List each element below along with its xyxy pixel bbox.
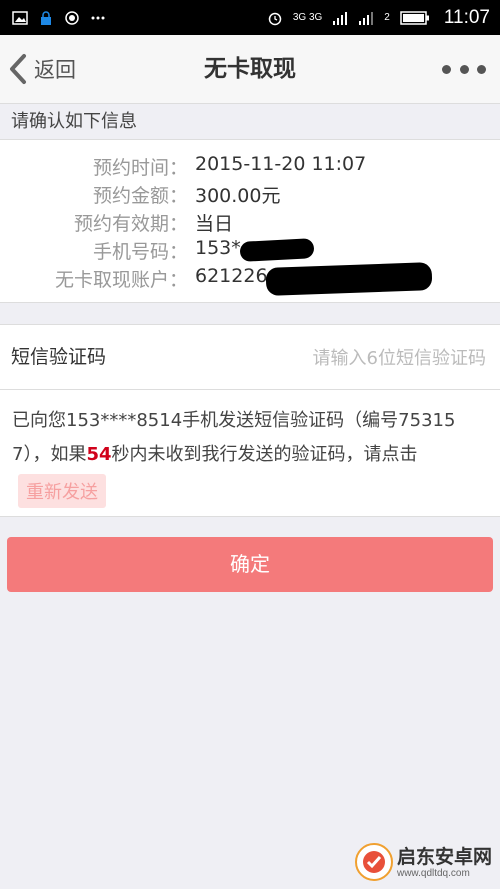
info-value: 2015-11-20 11:07 [195,153,367,175]
status-bar-right: 3G 3G 2 11:07 [267,7,490,29]
confirm-section-header: 请确认如下信息 [0,104,500,139]
alarm-icon [268,12,282,25]
lock-icon [41,10,51,25]
status-time: 11:07 [443,6,490,28]
more-notifications-icon [91,16,105,19]
confirm-button[interactable]: 确定 [7,537,493,592]
watermark-name: 启东安卓网 [396,845,492,868]
sms-code-input[interactable] [224,339,488,377]
info-row-amount: 预约金额： 300.00元 [0,181,500,209]
info-row-validity: 预约有效期： 当日 [0,209,500,237]
watermark: 启东安卓网 www.qdltdq.com [354,843,492,881]
network-type-label: 3G 3G [292,12,323,23]
sms-notice: 已向您153****8514手机发送短信验证码（编号753157），如果54秒内… [0,390,500,517]
info-row-time: 预约时间： 2015-11-20 11:07 [0,153,500,181]
info-label: 手机号码： [92,241,188,263]
countdown-seconds: 54 [86,444,112,465]
info-value: 当日 [195,213,234,235]
back-button[interactable]: 返回 [8,35,76,103]
redaction-scribble [265,262,433,296]
watermark-logo-icon [354,843,393,881]
status-bar-left [12,10,106,26]
redaction-scribble [239,238,315,262]
resend-button[interactable]: 重新发送 [18,474,106,508]
status-bar: 3G 3G 2 11:07 [0,0,500,35]
more-menu-button[interactable] [442,35,486,103]
info-label: 无卡取现账户： [54,269,188,291]
battery-icon [400,10,429,25]
more-dot-icon [477,64,486,74]
notice-text-after: 秒内未收到我行发送的验证码，请点击 [111,444,418,465]
signal-sim2-icon [359,11,374,25]
more-dot-icon [459,64,469,74]
info-value: 153* [195,237,241,259]
sim-slot-label: 2 [384,12,390,23]
info-value: 621226 [195,265,268,287]
sms-code-row: 短信验证码 [0,324,500,390]
watermark-text: 启东安卓网 www.qdltdq.com [397,846,492,879]
signal-icon [333,11,348,25]
info-label: 预约金额： [92,185,188,207]
info-label: 预约有效期： [73,213,188,235]
info-label: 预约时间： [92,157,188,179]
notice-text: 已向您153****8514手机发送短信验证码（编号753157），如果54秒内… [12,404,488,472]
watermark-url: www.qdltdq.com [396,867,470,879]
info-value: 300.00元 [195,185,281,207]
back-label: 返回 [34,58,76,82]
more-dot-icon [442,64,451,74]
sms-code-label: 短信验证码 [11,346,107,368]
chevron-left-icon [10,54,26,84]
confirm-info-box: 预约时间： 2015-11-20 11:07 预约金额： 300.00元 预约有… [0,139,500,303]
image-icon [12,10,28,25]
record-icon [65,10,79,25]
title-bar: 返回 无卡取现 [0,35,500,104]
